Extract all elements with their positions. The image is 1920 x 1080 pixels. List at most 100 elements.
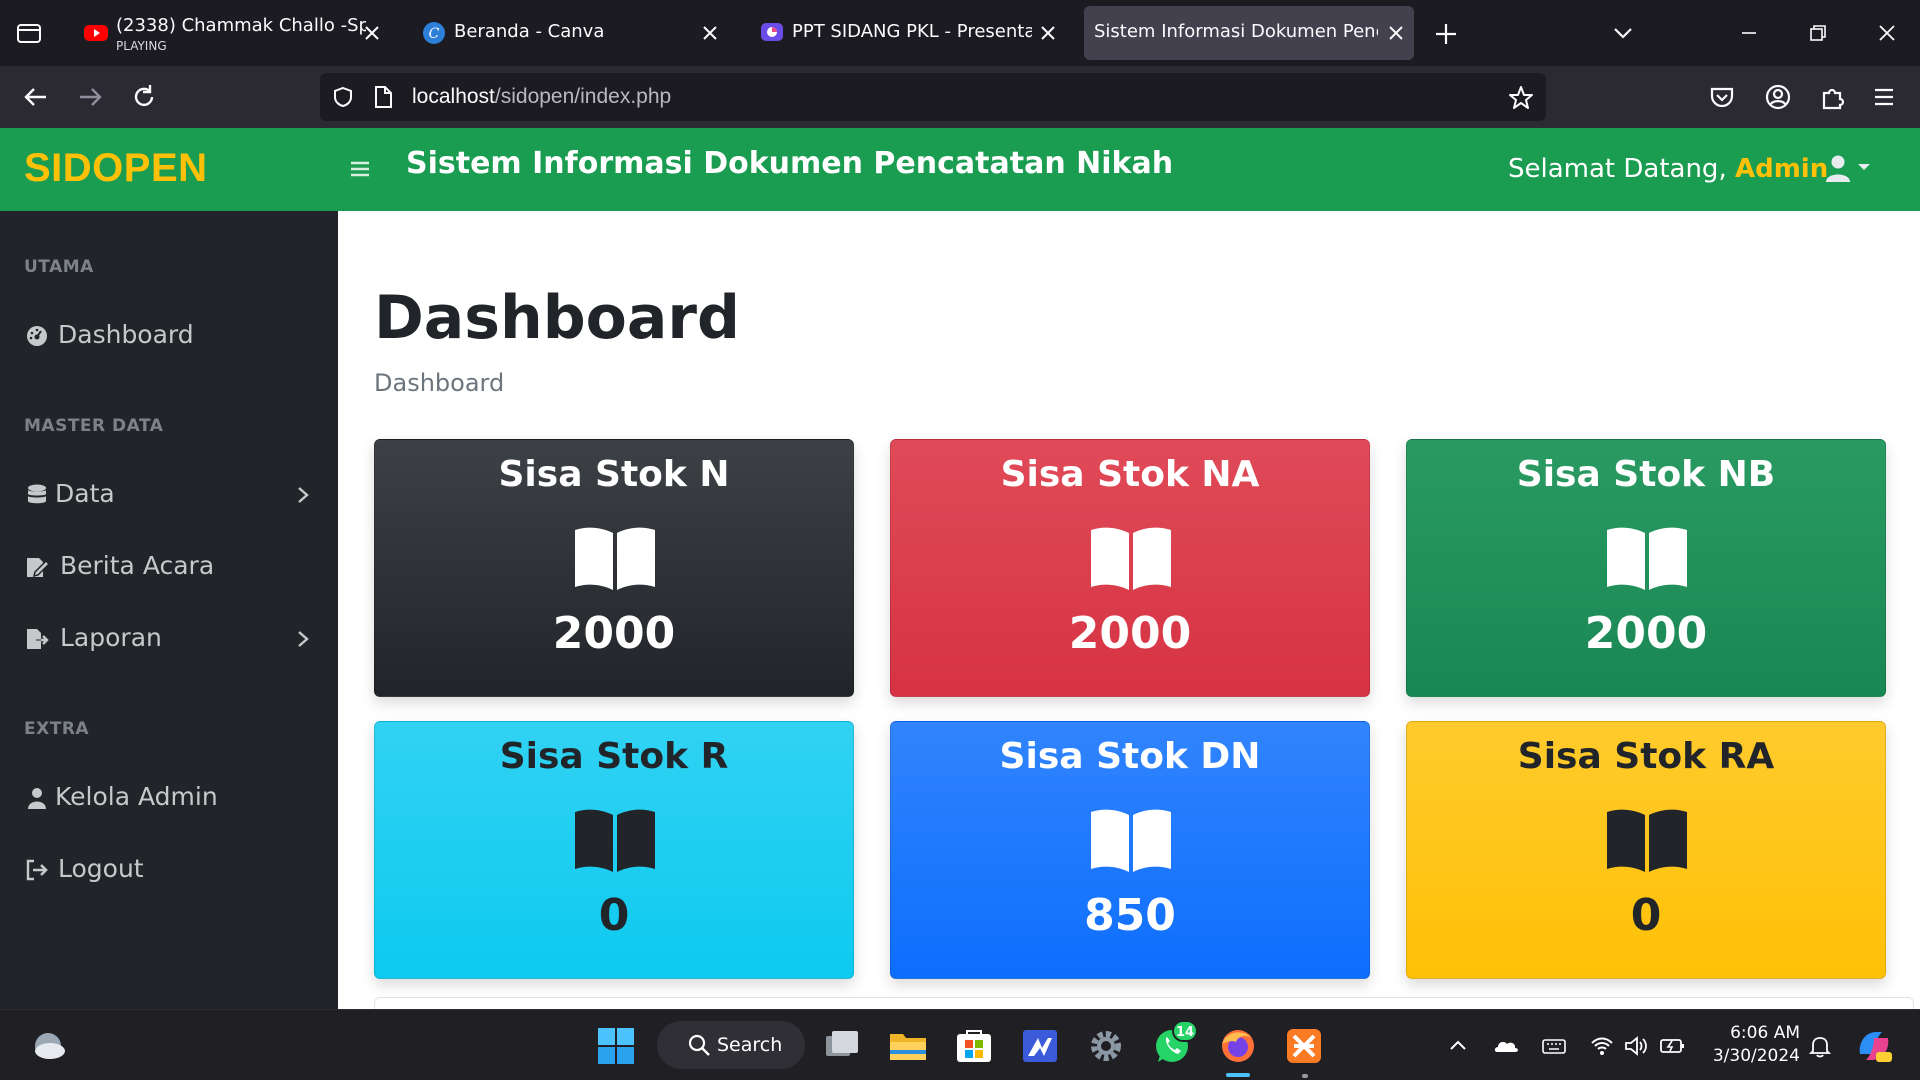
extensions-icon[interactable] — [1816, 81, 1848, 113]
address-bar[interactable]: localhost/sidopen/index.php — [320, 73, 1546, 121]
close-window-icon[interactable] — [1872, 18, 1902, 48]
system-clock[interactable]: 6:06 AM 3/30/2024 — [1704, 1022, 1800, 1068]
breadcrumb: Dashboard — [374, 369, 505, 397]
sidebar-item-label: Berita Acara — [60, 551, 215, 580]
active-app-indicator — [1226, 1073, 1250, 1077]
card-title: Sisa Stok NB — [1516, 454, 1776, 495]
file-export-icon — [27, 629, 49, 649]
welcome-message: Selamat Datang, Admin — [1508, 154, 1828, 184]
new-tab-icon[interactable] — [1432, 20, 1460, 48]
book-open-icon — [1091, 809, 1171, 872]
app-menu-icon[interactable] — [1868, 81, 1900, 113]
notification-bell-icon[interactable] — [1806, 1032, 1834, 1060]
reload-icon[interactable] — [128, 81, 160, 113]
back-icon[interactable] — [20, 81, 52, 113]
tab-title: Sistem Informasi Dokumen Pencata — [1094, 21, 1378, 42]
book-open-icon — [575, 527, 655, 590]
clock-date: 3/30/2024 — [1712, 1046, 1800, 1066]
restore-icon[interactable] — [1802, 18, 1832, 48]
card-value: 2000 — [552, 608, 676, 659]
stock-card-nb: Sisa Stok NB 2000 — [1406, 439, 1886, 697]
stock-card-na: Sisa Stok NA 2000 — [890, 439, 1370, 697]
sidebar-item-label: Data — [55, 479, 115, 508]
card-title: Sisa Stok NA — [1000, 454, 1260, 495]
taskbar-search[interactable]: Search — [657, 1021, 805, 1069]
account-icon[interactable] — [1762, 81, 1794, 113]
firefox-icon[interactable] — [1216, 1024, 1260, 1068]
taskbar: Search 14 6:06 AM 3/30/2024 — [0, 1009, 1920, 1080]
copilot-icon[interactable] — [1852, 1024, 1896, 1068]
keyboard-icon[interactable] — [1540, 1032, 1568, 1060]
wifi-icon[interactable] — [1588, 1032, 1616, 1060]
battery-icon[interactable] — [1658, 1032, 1686, 1060]
tab-title: Beranda - Canva — [454, 21, 605, 42]
notification-badge: 14 — [1172, 1020, 1198, 1042]
page-icon[interactable] — [372, 85, 394, 109]
book-open-icon — [1091, 527, 1171, 590]
search-label: Search — [717, 1034, 783, 1056]
close-tab-icon[interactable] — [1036, 21, 1060, 45]
welcome-text: Selamat Datang, — [1508, 154, 1727, 184]
task-view-icon[interactable] — [820, 1024, 864, 1068]
forward-icon[interactable] — [74, 81, 106, 113]
tab-playing-label: PLAYING — [116, 39, 167, 53]
card-title: Sisa Stok N — [498, 454, 730, 495]
url-text: localhost/sidopen/index.php — [412, 85, 671, 109]
onedrive-icon[interactable] — [1492, 1032, 1520, 1060]
close-tab-icon[interactable] — [698, 21, 722, 45]
sidebar-item-kelola-admin[interactable]: Kelola Admin — [0, 769, 338, 825]
app-icon[interactable] — [1018, 1024, 1062, 1068]
url-path: /sidopen/index.php — [494, 85, 672, 108]
sidebar-item-data[interactable]: Data — [0, 466, 338, 522]
chevron-up-icon[interactable] — [1444, 1032, 1472, 1060]
bookmark-star-icon[interactable] — [1508, 85, 1534, 111]
tab-list-icon[interactable] — [14, 18, 44, 48]
settings-icon[interactable] — [1084, 1024, 1128, 1068]
presentation-icon — [761, 23, 783, 41]
tab-canva[interactable]: C Beranda - Canva — [410, 6, 728, 60]
canva-icon: C — [423, 22, 445, 44]
card-value: 850 — [1084, 890, 1176, 941]
microsoft-store-icon[interactable] — [952, 1024, 996, 1068]
search-icon — [688, 1034, 710, 1056]
main-content: Dashboard Dashboard Sisa Stok N 2000 Sis… — [338, 211, 1920, 1009]
start-icon[interactable] — [594, 1024, 638, 1068]
card-value: 2000 — [1068, 608, 1192, 659]
clock-time: 6:06 AM — [1730, 1023, 1800, 1043]
tab-sidopen[interactable]: Sistem Informasi Dokumen Pencata — [1084, 6, 1414, 60]
edit-document-icon — [27, 558, 50, 578]
sidebar-item-berita-acara[interactable]: Berita Acara — [0, 538, 338, 594]
shield-icon[interactable] — [332, 86, 354, 108]
sidebar-item-logout[interactable]: Logout — [0, 841, 338, 897]
next-section-border — [374, 997, 1914, 1009]
card-value: 0 — [1630, 890, 1662, 941]
pocket-icon[interactable] — [1706, 81, 1738, 113]
tab-title: (2338) Chammak Challo -Speed — [116, 15, 366, 36]
file-explorer-icon[interactable] — [886, 1024, 930, 1068]
tab-youtube[interactable]: (2338) Chammak Challo -Speed PLAYING — [72, 6, 390, 60]
list-all-tabs-icon[interactable] — [1608, 18, 1638, 48]
book-open-icon — [575, 809, 655, 872]
close-tab-icon[interactable] — [1384, 21, 1408, 45]
brand-logo[interactable]: SIDOPEN — [24, 146, 208, 191]
volume-icon[interactable] — [1622, 1032, 1650, 1060]
chevron-right-icon — [298, 631, 309, 647]
weather-icon[interactable] — [26, 1024, 70, 1068]
user-dropdown-icon[interactable] — [1822, 152, 1882, 186]
tab-presentasi[interactable]: PPT SIDANG PKL - Presentasi — [748, 6, 1066, 60]
stock-card-ra: Sisa Stok RA 0 — [1406, 721, 1886, 979]
svg-text:C: C — [429, 26, 440, 42]
sidebar-item-dashboard[interactable]: Dashboard — [0, 307, 338, 363]
xampp-icon[interactable] — [1282, 1024, 1326, 1068]
page-title: Dashboard — [374, 283, 740, 353]
minimize-icon[interactable] — [1734, 18, 1764, 48]
sidebar-heading-extra: EXTRA — [24, 719, 90, 739]
database-icon — [28, 484, 46, 504]
card-title: Sisa Stok DN — [999, 736, 1261, 777]
close-tab-icon[interactable] — [360, 21, 384, 45]
youtube-icon — [84, 25, 108, 41]
browser-tab-strip: (2338) Chammak Challo -Speed PLAYING C B… — [0, 0, 1920, 66]
sidebar-item-laporan[interactable]: Laporan — [0, 610, 338, 666]
chevron-right-icon — [298, 487, 309, 503]
sidebar-toggle-icon[interactable] — [348, 158, 372, 180]
